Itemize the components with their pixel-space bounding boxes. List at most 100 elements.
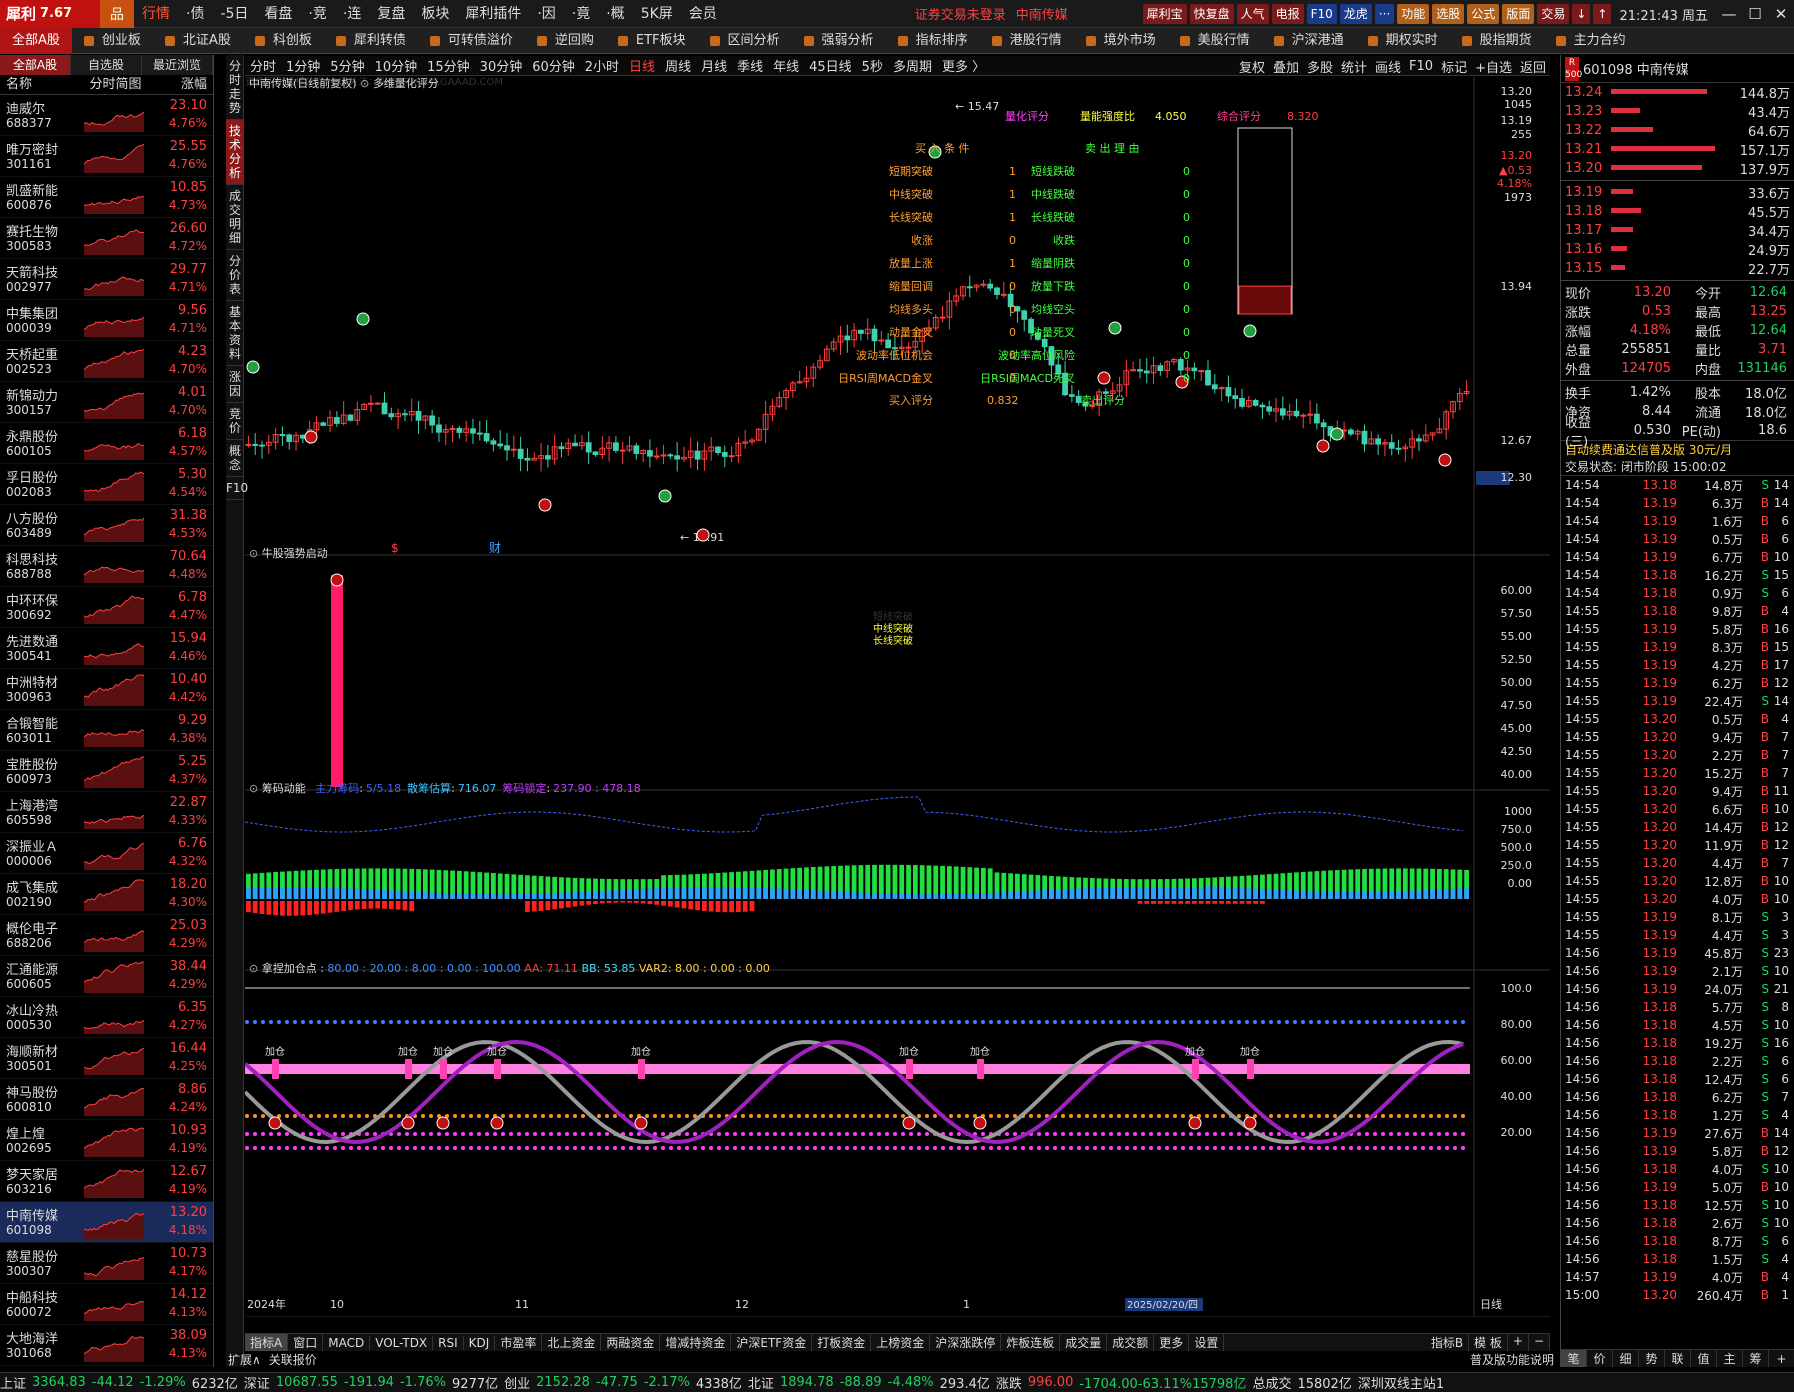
toolbar-button[interactable]: 公式 [1467, 4, 1500, 24]
toolbar-button[interactable]: ··· [1374, 4, 1395, 24]
indicator-tab[interactable]: 北上资金 [542, 1334, 602, 1351]
toolbar-button[interactable]: 功能 [1397, 4, 1430, 24]
period-button[interactable]: 分时 [245, 56, 281, 75]
indicator-right-button[interactable]: + [1508, 1334, 1529, 1351]
board-tab[interactable]: 科创板 [243, 28, 324, 54]
maximize-icon[interactable]: ☐ [1742, 5, 1768, 23]
toolbar-button[interactable]: 电报 [1271, 4, 1304, 24]
stock-row[interactable]: 孚日股份 002083 5.30 4.54% [0, 464, 213, 505]
chart-tool[interactable]: 叠加 [1269, 57, 1303, 76]
toolbar-button[interactable]: 交易 [1537, 4, 1570, 24]
board-tab[interactable]: 全部A股 [0, 27, 72, 54]
indicator-right-button[interactable]: 指标B [1426, 1334, 1470, 1351]
vertical-tab[interactable]: 技术分析 [226, 120, 244, 185]
stock-row[interactable]: 天桥起重 002523 4.23 4.70% [0, 341, 213, 382]
indicator-tab[interactable]: 设置 [1189, 1334, 1225, 1351]
toolbar-button[interactable]: 龙虎 [1339, 4, 1372, 24]
period-button[interactable]: 45日线 [804, 56, 857, 75]
quote-tab[interactable]: 主 [1717, 1350, 1743, 1367]
expand-item[interactable]: 关联报价 [269, 1351, 317, 1368]
stock-row[interactable]: 中洲特材 300963 10.40 4.42% [0, 669, 213, 710]
indicator-tab[interactable]: KDJ [464, 1335, 496, 1350]
period-button[interactable]: 更多 〉 [937, 56, 990, 75]
toolbar-button[interactable]: F10 [1306, 4, 1337, 24]
quote-tab[interactable]: 值 [1691, 1350, 1717, 1367]
quote-tab[interactable]: 联 [1665, 1350, 1691, 1367]
stock-row[interactable]: 中环环保 300692 6.78 4.47% [0, 587, 213, 628]
menu-item[interactable]: -5日 [212, 0, 256, 28]
vertical-tab[interactable]: 涨因 [226, 366, 244, 403]
close-icon[interactable]: ✕ [1768, 5, 1794, 23]
list-tab[interactable]: 自选股 [71, 55, 142, 75]
menu-item[interactable]: 复盘 [369, 0, 413, 28]
quote-tab[interactable]: 笔 [1561, 1350, 1587, 1367]
stock-row[interactable]: 冰山冷热 000530 6.35 4.27% [0, 997, 213, 1038]
toolbar-button[interactable]: ↑ [1593, 4, 1612, 24]
board-tab[interactable]: 期权实时 [1356, 28, 1450, 54]
server-label[interactable]: 深圳双线主站1 [1358, 1373, 1444, 1392]
stock-row[interactable]: 深振业Ａ 000006 6.76 4.32% [0, 833, 213, 874]
list-tab[interactable]: 最近浏览 [142, 55, 213, 75]
login-warning[interactable]: 证券交易未登录 [915, 4, 1006, 23]
stock-row[interactable]: 神马股份 600810 8.86 4.24% [0, 1079, 213, 1120]
quote-tab[interactable]: 筹 [1743, 1350, 1769, 1367]
toolbar-button[interactable]: ↓ [1572, 4, 1591, 24]
indicator-tab[interactable]: 市盈率 [495, 1334, 543, 1351]
col-chart[interactable]: 分时简图 [80, 75, 152, 94]
col-name[interactable]: 名称 [0, 75, 80, 94]
chart-tool[interactable]: 返回 [1516, 57, 1550, 76]
vertical-tab[interactable]: F10 [226, 477, 248, 500]
expand-item[interactable]: 扩展∧ [228, 1351, 261, 1368]
stock-row[interactable]: 中南传媒 601098 13.20 4.18% [0, 1202, 213, 1243]
period-button[interactable]: 1分钟 [281, 56, 325, 75]
menu-item[interactable]: 犀利插件 [457, 0, 529, 28]
board-tab[interactable]: 逆回购 [525, 28, 606, 54]
vertical-tab[interactable]: 基本资料 [226, 301, 244, 366]
col-pct[interactable]: 涨幅 [151, 75, 213, 94]
board-tab[interactable]: 主力合约 [1544, 28, 1638, 54]
toolbar-button[interactable]: 犀利宝 [1142, 4, 1187, 24]
period-button[interactable]: 2小时 [580, 56, 624, 75]
period-button[interactable]: 周线 [660, 56, 696, 75]
indicator-tab[interactable]: 沪深涨跌停 [930, 1334, 1002, 1351]
stock-row[interactable]: 凯盛新能 600876 10.85 4.73% [0, 177, 213, 218]
indicator-right-button[interactable]: − [1529, 1334, 1550, 1351]
footnote-link[interactable]: 普及版功能说明 [1470, 1351, 1554, 1367]
board-tab[interactable]: 犀利转债 [324, 28, 418, 54]
menu-item[interactable]: ·概 [598, 0, 632, 28]
stock-row[interactable]: 慈星股份 300307 10.73 4.17% [0, 1243, 213, 1284]
toolbar-button[interactable]: 选股 [1432, 4, 1465, 24]
stock-row[interactable]: 唯万密封 301161 25.55 4.76% [0, 136, 213, 177]
period-button[interactable]: 季线 [732, 56, 768, 75]
minimize-icon[interactable]: — [1716, 5, 1742, 23]
stock-row[interactable]: 永鼎股份 600105 6.18 4.57% [0, 423, 213, 464]
vertical-tab[interactable]: 分时走势 [226, 55, 244, 120]
period-button[interactable]: 30分钟 [475, 56, 528, 75]
stock-row[interactable]: 汇通能源 600605 38.44 4.29% [0, 956, 213, 997]
board-tab[interactable]: 沪深港通 [1262, 28, 1356, 54]
indicator-tab[interactable]: 更多 [1154, 1334, 1190, 1351]
menu-item[interactable]: ·因 [529, 0, 563, 28]
quote-tab[interactable]: 细 [1613, 1350, 1639, 1367]
chart-tool[interactable]: 复权 [1235, 57, 1269, 76]
menu-item[interactable]: 看盘 [256, 0, 300, 28]
chart-tool[interactable]: +自选 [1471, 57, 1516, 76]
board-tab[interactable]: 可转债溢价 [418, 28, 525, 54]
stock-row[interactable]: 新锦动力 300157 4.01 4.70% [0, 382, 213, 423]
stock-row[interactable]: 天箭科技 002977 29.77 4.71% [0, 259, 213, 300]
board-tab[interactable]: ETF板块 [606, 28, 698, 54]
indicator-tab[interactable]: 两融资金 [601, 1334, 661, 1351]
app-logo[interactable]: 犀利 7.67 [0, 0, 100, 28]
period-button[interactable]: 5秒 [857, 56, 888, 75]
stock-row[interactable]: 煌上煌 002695 10.93 4.19% [0, 1120, 213, 1161]
chart-tool[interactable]: 统计 [1337, 57, 1371, 76]
indicator-tab[interactable]: MACD [323, 1335, 371, 1350]
vertical-tab[interactable]: 分价表 [226, 250, 244, 301]
menu-item[interactable]: ·连 [335, 0, 369, 28]
chart-tool[interactable]: 画线 [1371, 57, 1405, 76]
indicator-tab[interactable]: VOL-TDX [370, 1335, 434, 1350]
list-tab[interactable]: 全部A股 [0, 55, 71, 75]
indicator-tab[interactable]: 窗口 [288, 1334, 324, 1351]
indicator-tab[interactable]: 沪深ETF资金 [731, 1334, 813, 1351]
stock-row[interactable]: 科思科技 688788 70.64 4.48% [0, 546, 213, 587]
